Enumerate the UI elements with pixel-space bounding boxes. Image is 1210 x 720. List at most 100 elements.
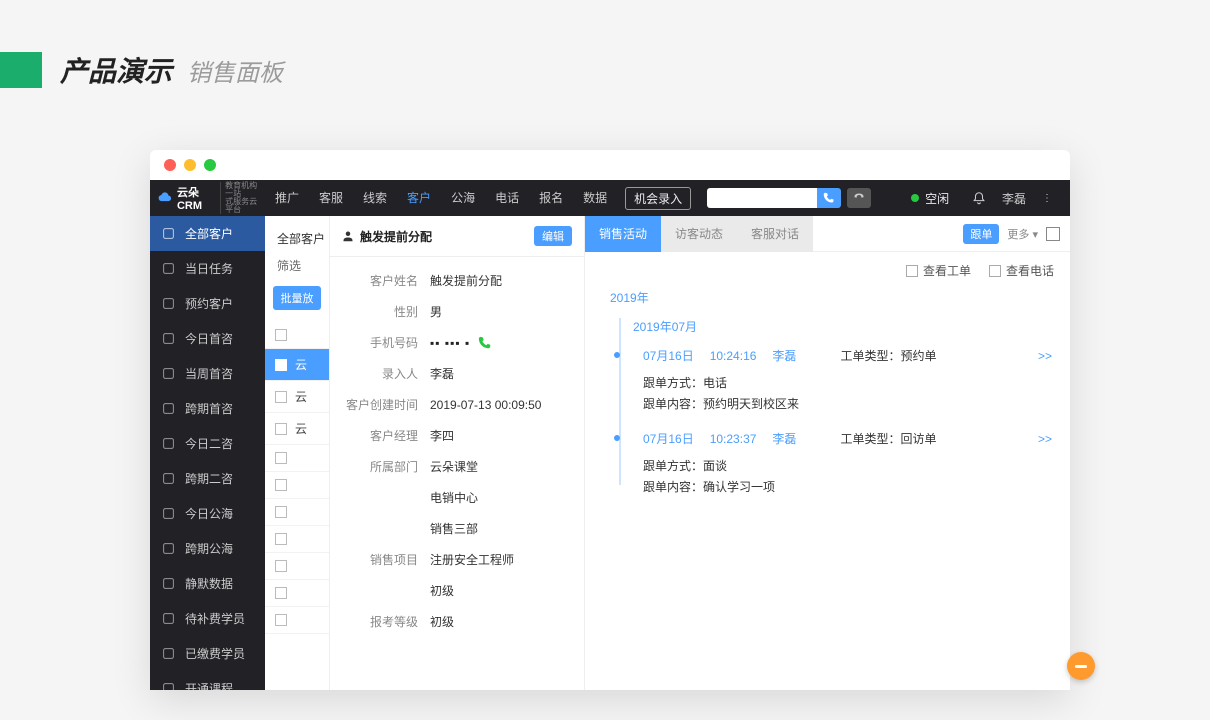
checkbox[interactable]: [275, 359, 287, 371]
search-wrap: [707, 188, 871, 208]
sidebar-item-9[interactable]: 跨期公海: [150, 531, 265, 566]
list-header: 全部客户: [265, 230, 329, 257]
checkbox[interactable]: [275, 391, 287, 403]
sidebar-item-1[interactable]: 当日任务: [150, 251, 265, 286]
checkbox[interactable]: [275, 329, 287, 341]
fab-minus[interactable]: [1067, 652, 1095, 680]
sidebar-label: 已缴费学员: [185, 645, 245, 662]
close-icon[interactable]: [164, 159, 176, 171]
detail-label: 所属部门: [342, 458, 418, 475]
detail-title: 触发提前分配: [360, 228, 432, 245]
more-link[interactable]: 更多 ▾: [1007, 226, 1038, 242]
user-name[interactable]: 李磊: [1002, 190, 1026, 207]
list-row[interactable]: [265, 580, 329, 607]
page-header: 产品演示 销售面板: [0, 0, 1210, 120]
filter-call[interactable]: 查看电话: [989, 262, 1054, 279]
top-right: 李磊 ⋮: [972, 190, 1070, 207]
sidebar-item-4[interactable]: 当周首咨: [150, 356, 265, 391]
checkbox[interactable]: [275, 614, 287, 626]
checkbox[interactable]: [275, 587, 287, 599]
opportunity-button[interactable]: 机会录入: [625, 187, 691, 210]
phone-icon[interactable]: [478, 336, 492, 350]
list-row[interactable]: 云: [265, 349, 329, 381]
sidebar-item-5[interactable]: 跨期首咨: [150, 391, 265, 426]
sidebar-icon: [162, 437, 175, 450]
search-button[interactable]: [817, 188, 841, 208]
detail-value: 电销中心: [430, 489, 478, 506]
tag-follow[interactable]: 跟单: [963, 224, 999, 244]
activity-tab-1[interactable]: 访客动态: [661, 216, 737, 252]
checkbox[interactable]: [275, 479, 287, 491]
chevron-down-icon[interactable]: ⋮: [1042, 193, 1052, 204]
nav-item-6[interactable]: 报名: [529, 180, 573, 216]
entry-head: 07月16日10:23:37李磊工单类型：回访单>>: [643, 430, 1058, 447]
filter-workorder[interactable]: 查看工单: [906, 262, 971, 279]
list-row[interactable]: [265, 607, 329, 634]
detail-label: 性别: [342, 303, 418, 320]
sidebar-item-10[interactable]: 静默数据: [150, 566, 265, 601]
list-cell: 云: [295, 388, 307, 405]
nav-item-1[interactable]: 客服: [309, 180, 353, 216]
list-row[interactable]: 云: [265, 413, 329, 445]
list-filter[interactable]: 筛选: [265, 257, 329, 286]
search-input[interactable]: [707, 188, 817, 208]
sidebar-icon: [162, 542, 175, 555]
bell-icon[interactable]: [972, 191, 986, 205]
sidebar-item-3[interactable]: 今日首咨: [150, 321, 265, 356]
nav-item-4[interactable]: 公海: [441, 180, 485, 216]
list-row[interactable]: [265, 526, 329, 553]
edit-button[interactable]: 编辑: [534, 226, 572, 246]
nav-item-5[interactable]: 电话: [485, 180, 529, 216]
checkbox[interactable]: [275, 506, 287, 518]
entry-date: 07月16日: [643, 430, 694, 447]
entry-body: 跟单方式：电话跟单内容：预约明天到校区来: [643, 364, 1058, 412]
sidebar-item-11[interactable]: 待补费学员: [150, 601, 265, 636]
sidebar-item-6[interactable]: 今日二咨: [150, 426, 265, 461]
checkbox[interactable]: [275, 533, 287, 545]
entry-time: 10:24:16: [710, 349, 757, 363]
sidebar-icon: [162, 472, 175, 485]
sidebar-item-13[interactable]: 开通课程: [150, 671, 265, 690]
checkbox[interactable]: [989, 265, 1001, 277]
expand-arrow[interactable]: >>: [1038, 349, 1058, 363]
nav-item-7[interactable]: 数据: [573, 180, 617, 216]
sidebar-item-7[interactable]: 跨期二咨: [150, 461, 265, 496]
sidebar-label: 静默数据: [185, 575, 233, 592]
nav-item-3[interactable]: 客户: [397, 180, 441, 216]
timeline-entry: 07月16日10:24:16李磊工单类型：预约单>>跟单方式：电话跟单内容：预约…: [615, 347, 1058, 412]
list-row[interactable]: [265, 499, 329, 526]
minimize-icon[interactable]: [184, 159, 196, 171]
sidebar-icon: [162, 682, 175, 690]
sidebar-label: 今日公海: [185, 505, 233, 522]
sidebar-item-2[interactable]: 预约客户: [150, 286, 265, 321]
batch-button[interactable]: 批量放: [273, 286, 321, 310]
dialer-button[interactable]: [847, 188, 871, 208]
expand-icon[interactable]: [1046, 227, 1060, 241]
list-row[interactable]: [265, 553, 329, 580]
list-row[interactable]: 云: [265, 381, 329, 413]
nav-item-0[interactable]: 推广: [265, 180, 309, 216]
sidebar-item-8[interactable]: 今日公海: [150, 496, 265, 531]
detail-value: 触发提前分配: [430, 272, 502, 289]
checkbox[interactable]: [906, 265, 918, 277]
nav-item-2[interactable]: 线索: [353, 180, 397, 216]
list-cell: 云: [295, 356, 307, 373]
activity-tab-0[interactable]: 销售活动: [585, 216, 661, 252]
window-chrome: [150, 150, 1070, 180]
checkbox[interactable]: [275, 452, 287, 464]
sidebar-icon: [162, 612, 175, 625]
entry-time: 10:23:37: [710, 432, 757, 446]
maximize-icon[interactable]: [204, 159, 216, 171]
checkbox[interactable]: [275, 560, 287, 572]
sidebar-label: 待补费学员: [185, 610, 245, 627]
sidebar-label: 全部客户: [185, 225, 233, 242]
checkbox[interactable]: [275, 423, 287, 435]
list-row[interactable]: [265, 472, 329, 499]
expand-arrow[interactable]: >>: [1038, 432, 1058, 446]
list-row[interactable]: [265, 445, 329, 472]
activity-tab-2[interactable]: 客服对话: [737, 216, 813, 252]
sidebar-item-12[interactable]: 已缴费学员: [150, 636, 265, 671]
detail-value: 初级: [430, 582, 454, 599]
sidebar-item-0[interactable]: 全部客户: [150, 216, 265, 251]
detail-label: 手机号码: [342, 334, 418, 351]
